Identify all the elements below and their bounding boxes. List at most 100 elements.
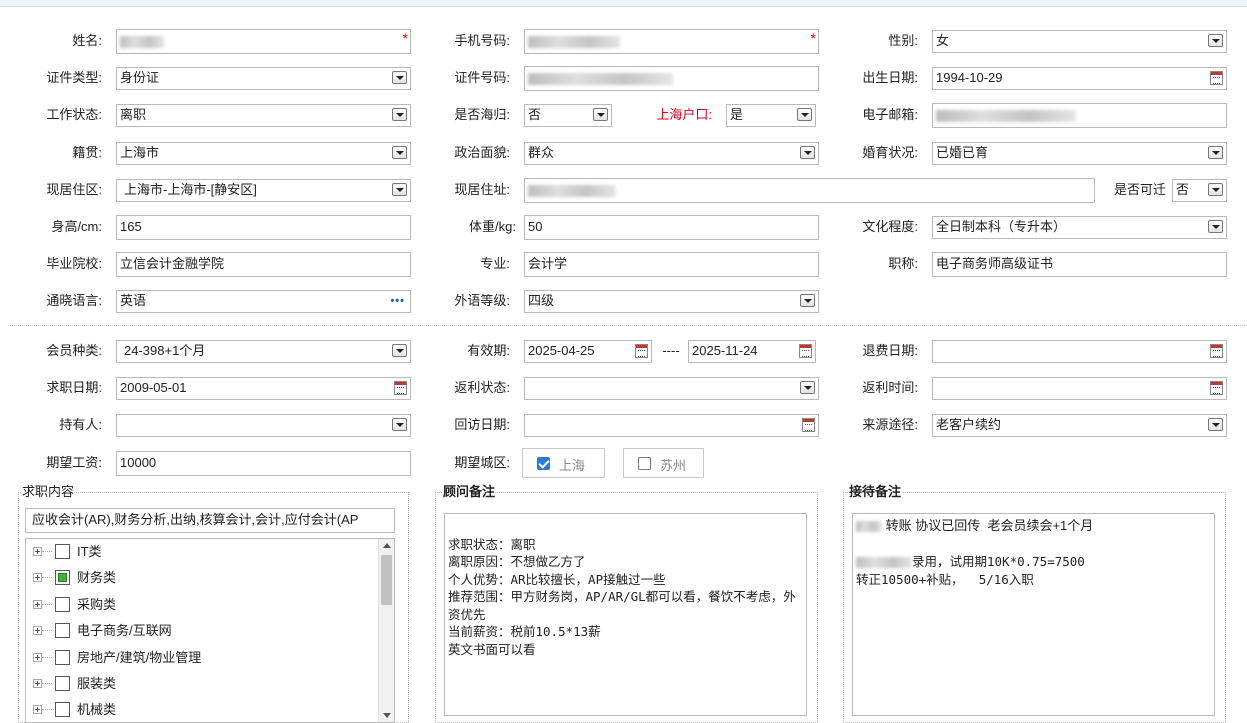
idno-label: 证件号码: xyxy=(454,70,510,85)
rebate-status-select[interactable] xyxy=(524,377,819,400)
chevron-down-icon[interactable] xyxy=(593,108,608,121)
tree-item-label: 机械类 xyxy=(77,702,117,717)
chevron-down-icon[interactable] xyxy=(392,418,407,431)
birth-date-field[interactable]: 1994-10-29 xyxy=(932,67,1227,90)
chevron-down-icon[interactable] xyxy=(800,294,815,307)
tree-item[interactable]: 房地产/建筑/物业管理 xyxy=(26,645,378,671)
reception-notes-textarea[interactable]: 转账 协议已回传 老会员续会+1个月 录用，试用期10K*0.75=7500 转正1… xyxy=(852,513,1215,716)
scroll-down-icon[interactable] xyxy=(383,713,391,718)
chevron-down-icon[interactable] xyxy=(1208,418,1223,431)
calendar-icon[interactable] xyxy=(799,344,812,358)
marital-select[interactable]: 已婚已育 xyxy=(932,142,1227,165)
city-option-label: 苏州 xyxy=(660,458,687,473)
calendar-icon[interactable] xyxy=(1210,381,1223,395)
job-date-value: 2009-05-01 xyxy=(120,380,187,395)
checkbox-icon[interactable] xyxy=(55,597,70,612)
chevron-down-icon[interactable] xyxy=(1208,146,1223,159)
phone-field[interactable]: * xyxy=(524,29,819,54)
address-field[interactable] xyxy=(524,178,1095,203)
checkbox-icon[interactable] xyxy=(55,650,70,665)
native-select[interactable]: 上海市 xyxy=(116,142,411,165)
expand-icon[interactable] xyxy=(33,705,42,714)
school-field[interactable]: 立信会计金融学院 xyxy=(116,252,411,277)
tree-scrollbar[interactable] xyxy=(378,539,394,722)
checkbox-icon[interactable] xyxy=(55,623,70,638)
refund-date-field[interactable] xyxy=(932,340,1227,363)
political-select[interactable]: 群众 xyxy=(524,142,819,165)
chevron-down-icon[interactable] xyxy=(800,381,815,394)
tree-item[interactable]: IT类 xyxy=(26,539,378,565)
job-date-field[interactable]: 2009-05-01 xyxy=(116,377,411,400)
chevron-down-icon[interactable] xyxy=(392,146,407,159)
chevron-down-icon[interactable] xyxy=(392,108,407,121)
tree-item[interactable]: 采购类 xyxy=(26,592,378,618)
major-field[interactable]: 会计学 xyxy=(524,252,819,277)
chevron-down-icon[interactable] xyxy=(1208,183,1223,196)
calendar-icon[interactable] xyxy=(1210,344,1223,358)
tree-item-label: 服装类 xyxy=(77,676,117,691)
area-value: 上海市-上海市-[静安区] xyxy=(124,182,257,197)
job-category-tree[interactable]: IT类 财务类 采购类 电子商务/互联网 房地产/建筑/物业管理 服装类 机械类 xyxy=(25,538,395,723)
email-label: 电子邮箱: xyxy=(862,107,918,122)
valid-from-field[interactable]: 2025-04-25 xyxy=(524,340,652,363)
checkbox-icon[interactable] xyxy=(55,702,70,717)
checkbox-icon[interactable] xyxy=(638,457,651,470)
rebate-time-field[interactable] xyxy=(932,377,1227,400)
city-option-suzhou[interactable]: 苏州 xyxy=(623,448,704,478)
tree-item[interactable]: 财务类 xyxy=(26,565,378,591)
chevron-down-icon[interactable] xyxy=(392,183,407,196)
member-type-select[interactable]: 24-398+1个月 xyxy=(116,340,411,363)
expand-icon[interactable] xyxy=(33,600,42,609)
chevron-down-icon[interactable] xyxy=(1208,220,1223,233)
chevron-down-icon[interactable] xyxy=(392,71,407,84)
calendar-icon[interactable] xyxy=(1210,71,1223,85)
advisor-notes-textarea[interactable]: 求职状态：离职 离职原因：不想做乙方了 个人优势：AR比较擅长，AP接触过一些 … xyxy=(444,513,807,716)
idtype-select[interactable]: 身份证 xyxy=(116,67,411,90)
expand-icon[interactable] xyxy=(33,653,42,662)
height-field[interactable]: 165 xyxy=(116,215,411,240)
calendar-icon[interactable] xyxy=(802,418,815,432)
source-select[interactable]: 老客户续约 xyxy=(932,414,1227,437)
calendar-icon[interactable] xyxy=(635,344,648,358)
chevron-down-icon[interactable] xyxy=(797,108,812,121)
email-field[interactable] xyxy=(932,103,1227,128)
job-title-field[interactable]: 电子商务师高级证书 xyxy=(932,252,1227,277)
salary-field[interactable]: 10000 xyxy=(116,451,411,476)
area-select[interactable]: 上海市-上海市-[静安区] xyxy=(116,179,411,202)
tree-item[interactable]: 服装类 xyxy=(26,671,378,697)
expand-icon[interactable] xyxy=(33,547,42,556)
checkbox-checked-icon[interactable] xyxy=(537,457,550,470)
checkbox-icon[interactable] xyxy=(55,676,70,691)
gender-select[interactable]: 女 xyxy=(932,30,1227,53)
expand-icon[interactable] xyxy=(33,626,42,635)
hukou-select[interactable]: 是 xyxy=(726,104,816,127)
scroll-up-icon[interactable] xyxy=(383,543,391,548)
holder-select[interactable] xyxy=(116,414,411,437)
overseas-select[interactable]: 否 xyxy=(524,104,612,127)
visit-date-field[interactable] xyxy=(524,414,819,437)
language-level-select[interactable]: 四级 xyxy=(524,290,819,313)
education-select[interactable]: 全日制本科（专升本） xyxy=(932,216,1227,239)
chevron-down-icon[interactable] xyxy=(392,344,407,357)
expand-icon[interactable] xyxy=(33,573,42,582)
name-field[interactable]: * xyxy=(116,29,411,54)
idno-field[interactable] xyxy=(524,66,819,91)
tree-item[interactable]: 电子商务/互联网 xyxy=(26,618,378,644)
work-status-select[interactable]: 离职 xyxy=(116,104,411,127)
job-content-summary[interactable]: 应收会计(AR),财务分析,出纳,核算会计,会计,应付会计(AP xyxy=(25,508,395,533)
chevron-down-icon[interactable] xyxy=(1208,34,1223,47)
tree-item[interactable]: 机械类 xyxy=(26,697,378,722)
relocate-select[interactable]: 否 xyxy=(1172,179,1227,202)
more-icon[interactable]: ••• xyxy=(390,296,405,307)
weight-field[interactable]: 50 xyxy=(524,215,819,240)
checkbox-partial-icon[interactable] xyxy=(55,570,70,585)
chevron-down-icon[interactable] xyxy=(800,146,815,159)
scroll-thumb[interactable] xyxy=(381,555,392,605)
member-type-value: 24-398+1个月 xyxy=(124,343,206,358)
city-option-shanghai[interactable]: 上海 xyxy=(522,448,605,478)
checkbox-icon[interactable] xyxy=(55,544,70,559)
valid-to-field[interactable]: 2025-11-24 xyxy=(688,340,816,363)
calendar-icon[interactable] xyxy=(394,381,407,395)
language-field[interactable]: 英语 ••• xyxy=(116,290,411,313)
expand-icon[interactable] xyxy=(33,679,42,688)
